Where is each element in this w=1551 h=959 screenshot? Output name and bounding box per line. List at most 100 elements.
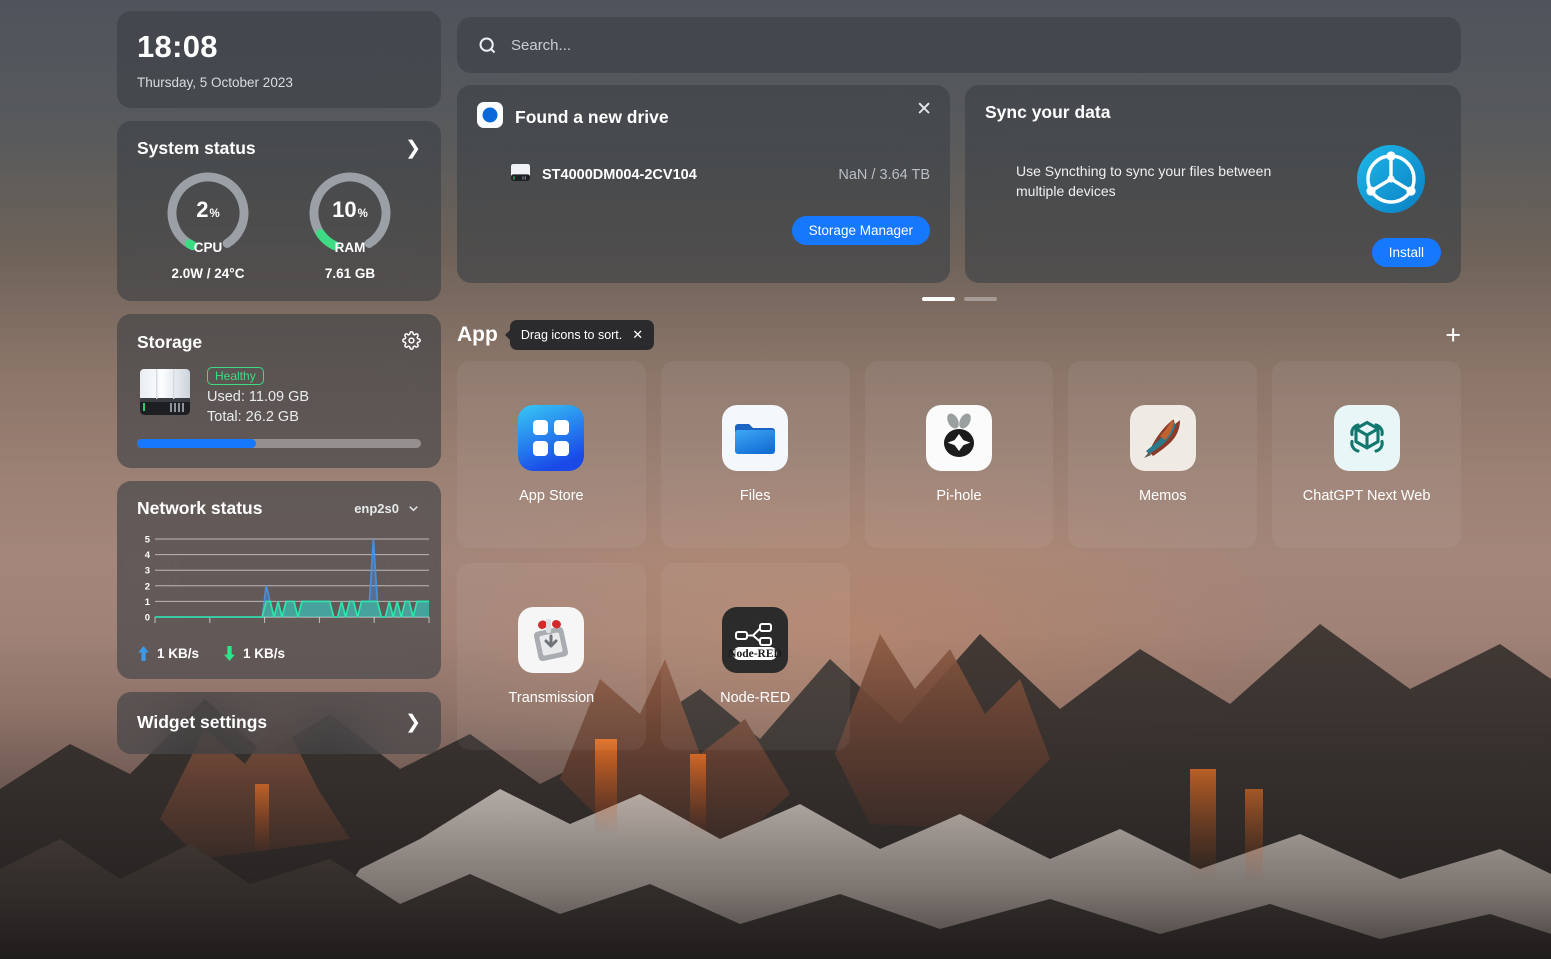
sync-card-body: Use Syncthing to sync your files between…	[985, 145, 1441, 218]
transmission-icon	[518, 607, 584, 673]
network-title: Network status	[137, 498, 262, 519]
storage-header: Storage	[137, 331, 421, 355]
cpu-gauge: 2% CPU 2.0W / 24°C	[138, 167, 278, 281]
pi-hole-icon	[926, 405, 992, 471]
storage-widget: Storage	[117, 314, 441, 468]
app-tile-transmission[interactable]: Transmission	[457, 563, 646, 750]
promo-carousel: Found a new drive ✕ ST4000DM004-2CV104	[457, 85, 1461, 283]
storage-used: Used: 11.09 GB	[207, 389, 309, 405]
network-chart: 543210	[137, 535, 421, 636]
app-label: Pi-hole	[936, 488, 981, 504]
storage-total: Total: 26.2 GB	[207, 409, 309, 425]
chevron-right-icon[interactable]: ❯	[405, 139, 421, 158]
gauge-group: 2% CPU 2.0W / 24°C 10%	[137, 167, 421, 281]
app-tile-node-red[interactable]: Node-RED Node-RED	[661, 563, 850, 750]
sync-data-card: Sync your data Use Syncthing to sync you…	[965, 85, 1461, 283]
ram-sub: 7.61 GB	[280, 266, 420, 281]
drive-name: ST4000DM004-2CV104	[542, 167, 697, 183]
close-icon[interactable]: ✕	[632, 327, 643, 343]
upload-value: 1 KB/s	[157, 646, 199, 661]
svg-text:0: 0	[145, 612, 150, 623]
files-icon	[722, 405, 788, 471]
drive-size: NaN / 3.64 TB	[838, 167, 930, 183]
node-red-icon: Node-RED	[722, 607, 788, 673]
cpu-sub: 2.0W / 24°C	[138, 266, 278, 281]
storage-progress-bar	[137, 439, 421, 448]
carousel-dot[interactable]	[922, 297, 955, 301]
network-interface-label: enp2s0	[354, 501, 399, 516]
add-app-button[interactable]: +	[1445, 322, 1461, 349]
chatgpt-next-web-icon	[1334, 405, 1400, 471]
drive-icon	[510, 163, 531, 187]
sidebar: 18:08 Thursday, 5 October 2023 System st…	[117, 11, 441, 767]
app-tile-pi-hole[interactable]: Pi-hole	[865, 361, 1054, 548]
ram-gauge: 10% RAM 7.61 GB	[280, 167, 420, 281]
drive-row: ST4000DM004-2CV104 NaN / 3.64 TB	[477, 163, 930, 187]
found-drive-header: Found a new drive	[477, 102, 930, 133]
storage-manager-button[interactable]: Storage Manager	[792, 216, 930, 245]
search-icon	[477, 35, 498, 56]
upload-stat: 1 KB/s	[137, 646, 199, 661]
svg-text:4: 4	[145, 550, 151, 561]
chevron-right-icon: ❯	[405, 713, 421, 732]
storage-progress-fill	[137, 439, 256, 448]
svg-text:2: 2	[145, 581, 150, 592]
app-label: Node-RED	[720, 690, 790, 706]
gear-icon[interactable]	[402, 331, 421, 355]
app-tile-memos[interactable]: Memos	[1068, 361, 1257, 548]
ram-percent: 10%	[304, 197, 396, 223]
install-button[interactable]: Install	[1372, 238, 1441, 267]
download-stat: 1 KB/s	[223, 646, 285, 661]
clock-widget: 18:08 Thursday, 5 October 2023	[117, 11, 441, 108]
memos-icon	[1130, 405, 1196, 471]
drag-hint-tooltip: Drag icons to sort. ✕	[510, 320, 654, 350]
network-header: Network status enp2s0	[137, 498, 421, 519]
main-content: Search... Found a new drive ✕	[457, 17, 1461, 750]
system-status-header: System status ❯	[137, 138, 421, 159]
sync-card-description: Use Syncthing to sync your files between…	[1016, 162, 1296, 201]
search-input[interactable]: Search...	[511, 37, 571, 54]
ram-label: RAM	[280, 240, 420, 255]
widget-settings-label: Widget settings	[137, 712, 267, 733]
network-interface-selector[interactable]: enp2s0	[354, 501, 421, 516]
search-bar[interactable]: Search...	[457, 17, 1461, 73]
app-tile-app-store[interactable]: App Store	[457, 361, 646, 548]
syncthing-logo-icon	[1357, 145, 1425, 218]
hard-drive-icon	[137, 367, 193, 415]
clock-time: 18:08	[137, 31, 421, 64]
widget-settings-button[interactable]: Widget settings ❯	[117, 692, 441, 754]
app-label: App Store	[519, 488, 584, 504]
network-legend: 1 KB/s 1 KB/s	[137, 646, 421, 661]
app-tile-files[interactable]: Files	[661, 361, 850, 548]
app-label: Transmission	[509, 690, 595, 706]
system-status-title: System status	[137, 138, 256, 159]
app-section-header: App Drag icons to sort. ✕ +	[457, 313, 1461, 357]
storage-body: Healthy Used: 11.09 GB Total: 26.2 GB	[137, 367, 421, 425]
app-label: Files	[740, 488, 771, 504]
status-badge: Healthy	[207, 367, 264, 385]
carousel-pagination[interactable]	[457, 297, 1461, 301]
upload-arrow-icon	[137, 646, 150, 661]
drive-actions: Storage Manager	[477, 216, 930, 245]
app-label: ChatGPT Next Web	[1303, 488, 1431, 504]
storage-info: Healthy Used: 11.09 GB Total: 26.2 GB	[207, 367, 309, 425]
storage-title: Storage	[137, 332, 202, 353]
cpu-percent: 2%	[162, 197, 254, 223]
carousel-dot[interactable]	[964, 297, 997, 301]
svg-text:3: 3	[145, 565, 150, 576]
download-arrow-icon	[223, 646, 236, 661]
sync-card-title: Sync your data	[985, 102, 1441, 123]
drag-hint-text: Drag icons to sort.	[521, 328, 622, 342]
svg-text:1: 1	[145, 596, 151, 607]
app-grid: App Store Files Pi-hole Memos ChatGPT Next W…	[457, 361, 1461, 750]
found-drive-title: Found a new drive	[515, 107, 669, 128]
sync-actions: Install	[985, 238, 1441, 267]
found-drive-card: Found a new drive ✕ ST4000DM004-2CV104	[457, 85, 950, 283]
app-section-title: App	[457, 323, 498, 347]
system-status-widget[interactable]: System status ❯ 2% CPU 2.0W /	[117, 121, 441, 301]
app-store-icon	[518, 405, 584, 471]
svg-text:Node-RED: Node-RED	[728, 648, 782, 660]
app-tile-chatgpt-next-web[interactable]: ChatGPT Next Web	[1272, 361, 1461, 548]
close-icon[interactable]: ✕	[916, 100, 932, 119]
clock-date: Thursday, 5 October 2023	[137, 75, 421, 90]
